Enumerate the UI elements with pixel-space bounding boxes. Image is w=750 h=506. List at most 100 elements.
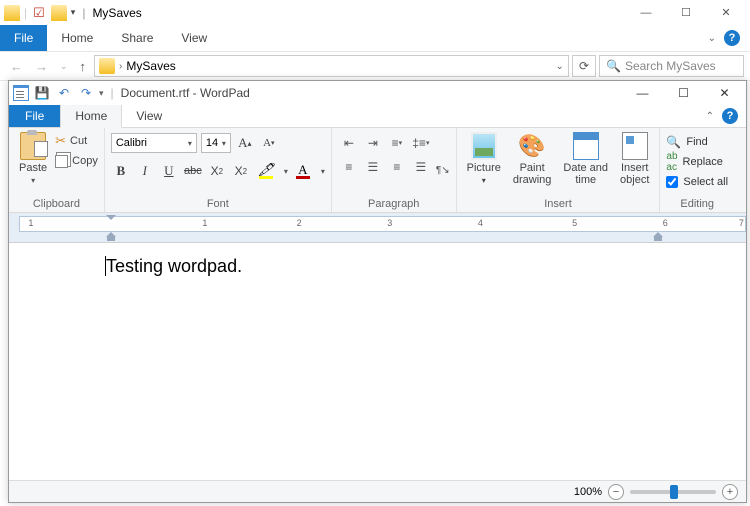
- underline-button[interactable]: U: [159, 161, 179, 181]
- tab-home[interactable]: Home: [47, 25, 107, 51]
- check-icon[interactable]: ☑: [33, 5, 45, 21]
- picture-icon: [471, 132, 497, 160]
- document-text[interactable]: Testing wordpad.: [106, 256, 242, 276]
- bold-button[interactable]: B: [111, 161, 131, 181]
- font-color-button[interactable]: A: [292, 163, 314, 179]
- close-button[interactable]: ✕: [707, 84, 742, 102]
- hanging-indent-marker[interactable]: [106, 232, 116, 241]
- grow-font-button[interactable]: A▴: [235, 133, 255, 153]
- ruler-number: 1: [202, 218, 207, 228]
- bullets-button[interactable]: ≡▾: [386, 132, 408, 154]
- qat-customize-icon[interactable]: ▾: [99, 88, 104, 99]
- qat-undo-button[interactable]: ↶: [55, 84, 73, 102]
- paragraph-dialog-button[interactable]: ¶↘: [436, 165, 450, 176]
- cut-button[interactable]: ✂Cut: [55, 132, 98, 150]
- search-icon: 🔍: [606, 59, 621, 73]
- font-family-select[interactable]: Calibri▾: [111, 133, 197, 153]
- horizontal-ruler[interactable]: 1 1 2 3 4 5 6 7: [19, 216, 746, 232]
- ribbon-expand-icon[interactable]: ⌄: [708, 33, 716, 44]
- decrease-indent-button[interactable]: ⇤: [338, 132, 360, 154]
- tab-share[interactable]: Share: [107, 25, 167, 51]
- maximize-button[interactable]: ☐: [666, 84, 701, 102]
- right-indent-marker[interactable]: [653, 232, 663, 241]
- italic-button[interactable]: I: [135, 161, 155, 181]
- nav-back-button[interactable]: ←: [6, 59, 27, 74]
- copy-label: Copy: [72, 155, 98, 167]
- ruler-number: 7: [739, 218, 744, 228]
- highlight-button[interactable]: 🖋: [255, 163, 277, 179]
- document-canvas[interactable]: Testing wordpad.: [9, 243, 746, 480]
- nav-up-button[interactable]: ↑: [76, 59, 91, 74]
- close-button[interactable]: ✕: [706, 2, 746, 24]
- chevron-down-icon[interactable]: ▾: [284, 167, 288, 176]
- tab-file[interactable]: File: [9, 105, 60, 127]
- group-label: Editing: [666, 196, 728, 212]
- font-size-select[interactable]: 14▾: [201, 133, 231, 153]
- help-button[interactable]: ?: [722, 108, 738, 124]
- minimize-button[interactable]: —: [626, 2, 666, 24]
- calendar-icon: [573, 132, 599, 160]
- justify-button[interactable]: ☰: [410, 156, 432, 178]
- tab-view[interactable]: View: [122, 105, 176, 127]
- wordpad-app-icon: [13, 85, 29, 101]
- replace-icon: abac: [666, 151, 677, 173]
- select-all-button[interactable]: Select all: [666, 172, 728, 191]
- ruler-number: 4: [478, 218, 483, 228]
- replace-button[interactable]: abac Replace: [666, 152, 728, 171]
- paste-icon: [20, 132, 46, 160]
- group-label: Paragraph: [338, 196, 450, 212]
- address-dropdown-icon[interactable]: ⌄: [556, 61, 564, 72]
- selectall-label: Select all: [683, 176, 728, 188]
- superscript-button[interactable]: X2: [231, 161, 251, 181]
- first-line-indent-marker[interactable]: [106, 215, 116, 220]
- folder-icon: [4, 5, 20, 21]
- paste-button[interactable]: Paste ▾: [15, 130, 51, 187]
- insert-picture-button[interactable]: Picture▾: [463, 130, 505, 188]
- ribbon-collapse-icon[interactable]: ⌃: [706, 111, 714, 122]
- qat-save-button[interactable]: 💾: [33, 84, 51, 102]
- strikethrough-button[interactable]: abc: [183, 161, 203, 181]
- document-title: Document.rtf - WordPad: [121, 86, 250, 100]
- tab-file[interactable]: File: [0, 25, 47, 51]
- qat-redo-button[interactable]: ↷: [77, 84, 95, 102]
- align-left-button[interactable]: ≡: [338, 156, 360, 178]
- subscript-button[interactable]: X2: [207, 161, 227, 181]
- minimize-button[interactable]: —: [625, 84, 660, 102]
- align-center-button[interactable]: ☰: [362, 156, 384, 178]
- address-path[interactable]: MySaves: [126, 59, 175, 73]
- refresh-button[interactable]: ⟳: [572, 55, 596, 77]
- increase-indent-button[interactable]: ⇥: [362, 132, 384, 154]
- line-spacing-button[interactable]: ‡≡▾: [410, 132, 432, 154]
- zoom-in-button[interactable]: +: [722, 484, 738, 500]
- zoom-out-button[interactable]: −: [608, 484, 624, 500]
- insert-date-button[interactable]: Date and time: [559, 130, 612, 188]
- insert-paint-button[interactable]: Paint drawing: [509, 130, 556, 188]
- cut-label: Cut: [70, 135, 87, 147]
- search-placeholder: Search MySaves: [625, 59, 716, 73]
- group-label: Font: [111, 196, 325, 212]
- window-title: MySaves: [92, 6, 141, 20]
- chevron-down-icon: ▾: [222, 139, 226, 148]
- copy-button[interactable]: Copy: [55, 152, 98, 170]
- find-button[interactable]: 🔍Find: [666, 132, 728, 151]
- group-editing: 🔍Find abac Replace Select all Editing: [660, 128, 734, 212]
- chevron-right-icon[interactable]: ›: [119, 61, 122, 72]
- nav-recent-dropdown[interactable]: ⌄: [56, 61, 72, 72]
- select-all-icon: [666, 176, 678, 188]
- align-right-button[interactable]: ≡: [386, 156, 408, 178]
- group-insert: Picture▾ Paint drawing Date and time Ins…: [457, 128, 661, 212]
- zoom-slider-thumb[interactable]: [670, 485, 678, 499]
- tab-view[interactable]: View: [167, 25, 221, 51]
- search-box[interactable]: 🔍 Search MySaves: [599, 55, 744, 77]
- chevron-down-icon[interactable]: ▾: [321, 167, 325, 176]
- maximize-button[interactable]: ☐: [666, 2, 706, 24]
- address-bar[interactable]: › MySaves ⌄: [94, 55, 569, 77]
- zoom-slider[interactable]: [630, 490, 716, 494]
- object-icon: [622, 132, 648, 160]
- replace-label: Replace: [683, 156, 723, 168]
- tab-home[interactable]: Home: [60, 105, 122, 128]
- help-button[interactable]: ?: [724, 30, 740, 46]
- insert-object-button[interactable]: Insert object: [616, 130, 653, 188]
- qat-dropdown-icon[interactable]: ▾: [71, 7, 76, 18]
- shrink-font-button[interactable]: A▾: [259, 133, 279, 153]
